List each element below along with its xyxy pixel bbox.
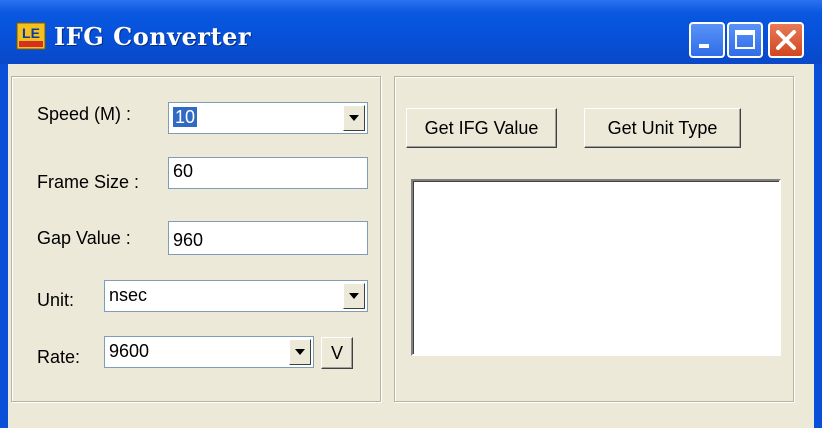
unit-label: Unit: (37, 290, 75, 310)
speed-value: 10 (173, 107, 198, 127)
app-window: LE IFG Converter Speed (M) : 10 Frame Si… (0, 0, 822, 428)
gap-value-input[interactable]: 960 (168, 221, 368, 255)
close-icon (776, 30, 796, 50)
rate-dropdown-button[interactable] (289, 339, 311, 365)
window-title: IFG Converter (54, 22, 252, 51)
get-unit-type-button[interactable]: Get Unit Type (584, 108, 741, 148)
unit-value: nsec (109, 285, 148, 305)
close-button[interactable] (768, 22, 804, 58)
unit-select[interactable]: nsec (104, 280, 368, 312)
v-button[interactable]: V (321, 337, 353, 369)
minimize-icon (699, 44, 709, 48)
rate-select[interactable]: 9600 (104, 336, 314, 368)
chevron-down-icon (349, 115, 359, 121)
rate-label: Rate: (37, 347, 81, 367)
maximize-button[interactable] (727, 22, 763, 58)
frame-size-input[interactable]: 60 (168, 157, 368, 189)
frame-size-label: Frame Size : (37, 172, 140, 192)
get-ifg-value-button[interactable]: Get IFG Value (406, 108, 557, 148)
result-listbox[interactable] (411, 179, 781, 356)
app-icon: LE (16, 22, 46, 50)
speed-select[interactable]: 10 (168, 102, 368, 134)
chevron-down-icon (295, 349, 305, 355)
speed-label: Speed (M) : (37, 104, 132, 124)
unit-dropdown-button[interactable] (343, 283, 365, 309)
maximize-icon (735, 30, 755, 49)
minimize-button[interactable] (689, 22, 725, 58)
gap-value-label: Gap Value : (37, 228, 131, 248)
chevron-down-icon (349, 293, 359, 299)
title-bar[interactable]: LE IFG Converter (0, 0, 822, 64)
client-area: Speed (M) : 10 Frame Size : 60 Gap Value… (8, 64, 814, 428)
rate-value: 9600 (109, 341, 150, 361)
svg-text:LE: LE (22, 25, 40, 41)
speed-dropdown-button[interactable] (343, 105, 365, 131)
